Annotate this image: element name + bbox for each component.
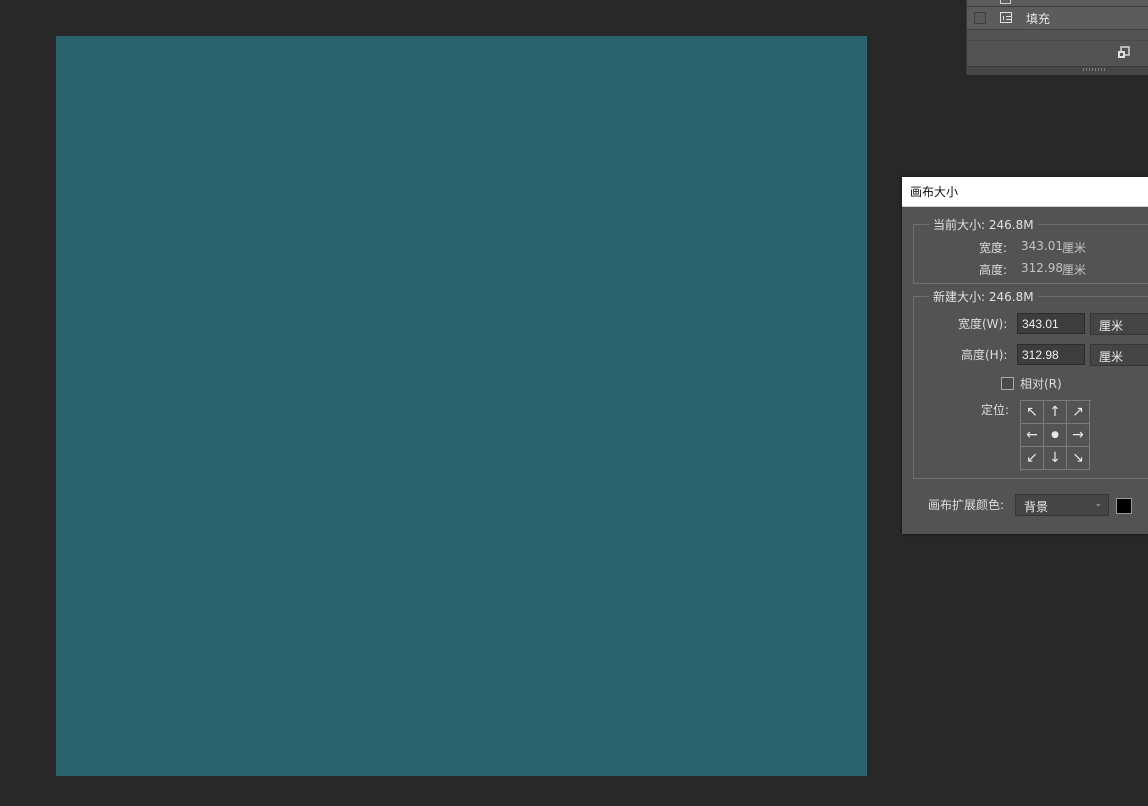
relative-checkbox[interactable] — [1001, 377, 1014, 390]
arrow-up-right-icon[interactable]: ↗ — [1067, 401, 1090, 424]
extension-color-select[interactable]: 背景 ⌄ — [1015, 494, 1109, 516]
width-unit-value: 厘米 — [1099, 319, 1124, 333]
relative-label[interactable]: 相对(R) — [1020, 375, 1062, 392]
arrow-up-icon[interactable]: ↑ — [1044, 401, 1067, 424]
arrow-down-icon[interactable]: ↓ — [1044, 447, 1067, 470]
dialog-title: 画布大小 — [910, 185, 959, 199]
anchor-center-icon[interactable]: ● — [1044, 424, 1067, 447]
layer-label: 填充 — [1026, 12, 1051, 26]
arrow-down-right-icon[interactable]: ↘ — [1067, 447, 1090, 470]
current-height-value: 312.98 — [1021, 261, 1063, 275]
new-size-legend: 新建大小: 246.8M — [929, 288, 1038, 305]
extension-color-value: 背景 — [1024, 500, 1049, 514]
current-width-unit: 厘米 — [1062, 241, 1087, 255]
arrow-up-left-icon[interactable]: ↖ — [1021, 401, 1044, 424]
current-width-value: 343.01 — [1021, 239, 1063, 253]
canvas-size-dialog: 画布大小 当前大小: 246.8M 宽度: 343.01 厘米 高度: 312.… — [902, 177, 1148, 534]
extension-color-swatch[interactable] — [1116, 498, 1132, 514]
chevron-down-icon: ⌄ — [1094, 499, 1102, 509]
arrow-right-icon[interactable]: → — [1067, 424, 1090, 447]
layer-visibility-checkbox[interactable] — [974, 12, 986, 24]
height-unit-select[interactable]: 厘米 — [1090, 344, 1148, 366]
new-width-label: 宽度(W): — [958, 317, 1008, 331]
current-size-legend: 当前大小: 246.8M — [929, 216, 1038, 233]
panel-footer — [967, 40, 1148, 67]
arrow-left-icon[interactable]: ← — [1021, 424, 1044, 447]
document-canvas[interactable] — [56, 36, 867, 776]
new-height-label: 高度(H): — [961, 348, 1008, 362]
width-input[interactable] — [1017, 313, 1085, 334]
height-input[interactable] — [1017, 344, 1085, 365]
fill-layer-icon — [1000, 12, 1012, 23]
panel-spacer — [967, 30, 1148, 40]
extension-color-label: 画布扩展颜色: — [928, 498, 1005, 512]
width-unit-select[interactable]: 厘米 — [1090, 313, 1148, 335]
anchor-grid: ↖ ↑ ↗ ← ● → ↙ ↓ ↘ — [1020, 400, 1091, 471]
new-layer-icon[interactable] — [1117, 46, 1131, 59]
current-width-label: 宽度: — [979, 241, 1008, 255]
layer-row-partial[interactable] — [967, 0, 1148, 7]
anchor-label: 定位: — [981, 403, 1010, 417]
current-height-unit: 厘米 — [1062, 263, 1087, 277]
panel-resize-bar[interactable] — [967, 66, 1148, 75]
height-unit-value: 厘米 — [1099, 350, 1124, 364]
layer-thumbnail-icon — [1000, 0, 1011, 4]
current-height-label: 高度: — [979, 263, 1008, 277]
resize-grip-icon[interactable] — [1083, 68, 1105, 71]
arrow-down-left-icon[interactable]: ↙ — [1021, 447, 1044, 470]
layers-panel: 填充 — [966, 0, 1148, 75]
layer-row-fill[interactable]: 填充 — [967, 7, 1148, 30]
dialog-titlebar[interactable]: 画布大小 — [902, 177, 1148, 207]
current-size-group: 当前大小: 246.8M 宽度: 343.01 厘米 高度: 312.98 厘米 — [913, 216, 1148, 284]
